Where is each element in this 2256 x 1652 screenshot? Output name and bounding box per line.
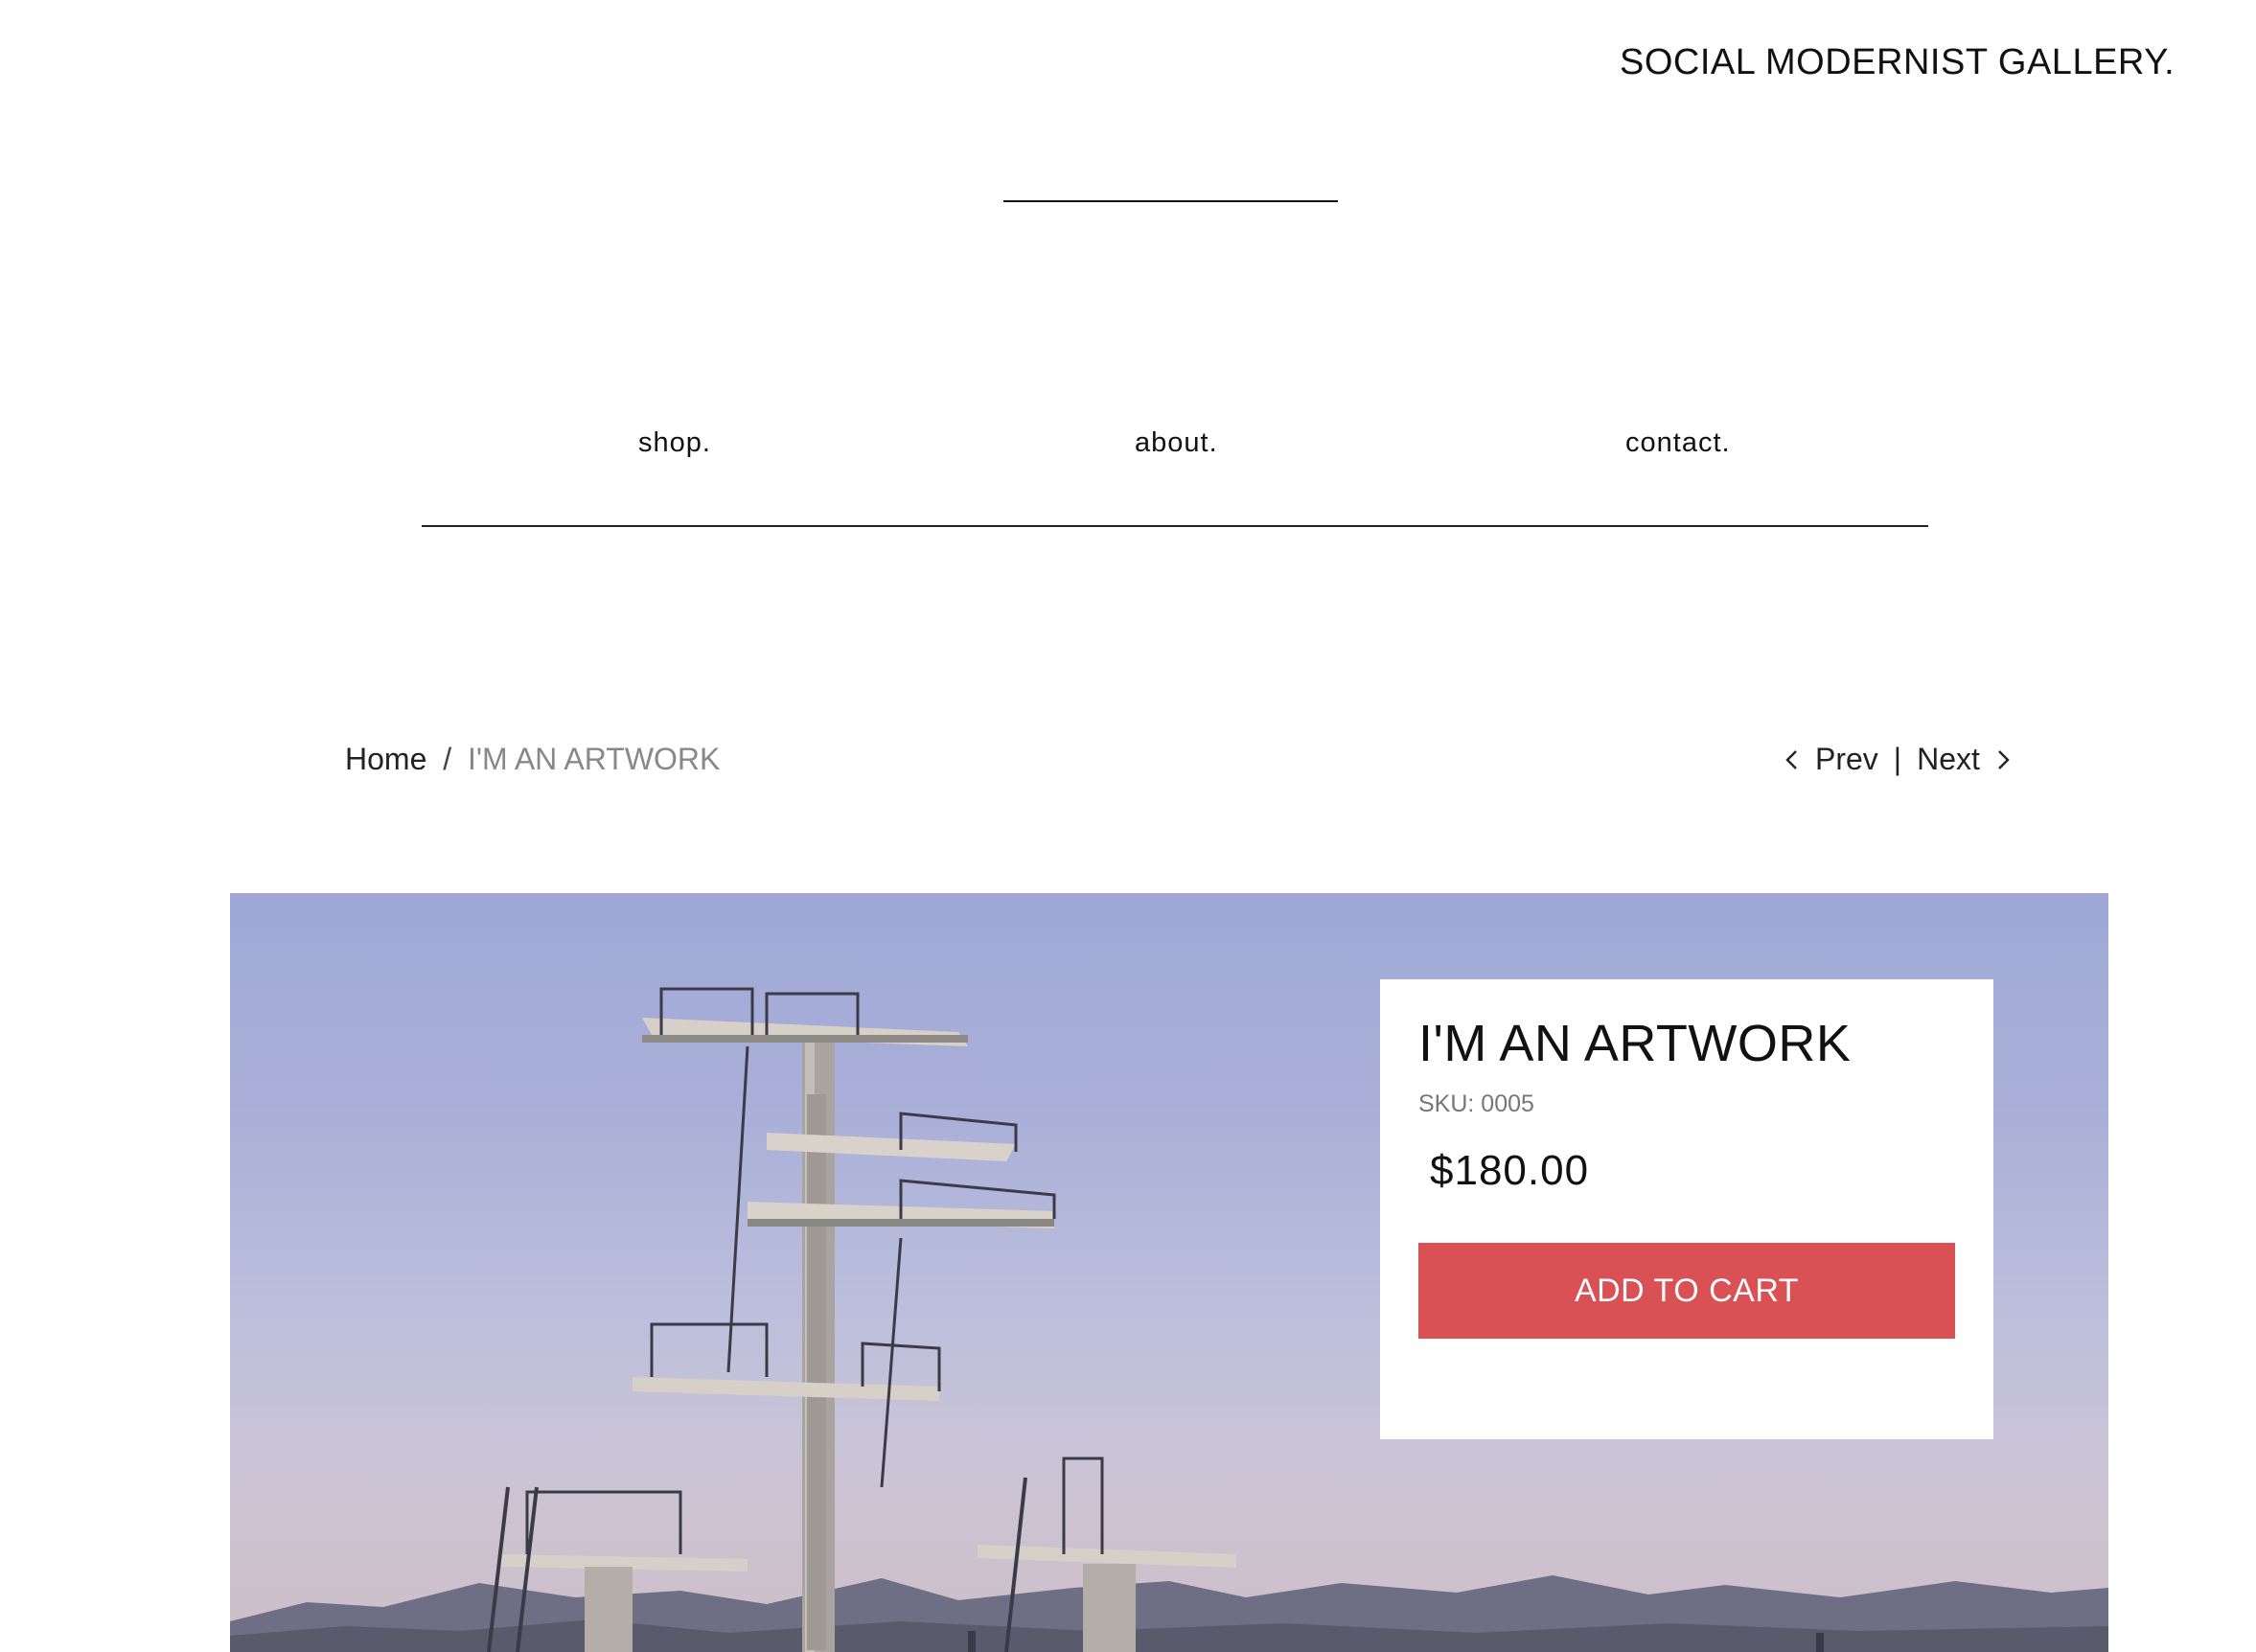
breadcrumb-home-link[interactable]: Home xyxy=(345,742,426,776)
add-to-cart-button[interactable]: ADD TO CART xyxy=(1418,1243,1955,1339)
product-pager: Prev | Next xyxy=(1779,742,2016,777)
nav-item-about[interactable]: about. xyxy=(1135,427,1218,459)
breadcrumb-current: I'M AN ARTWORK xyxy=(468,742,721,776)
chevron-right-icon[interactable] xyxy=(1990,746,2016,773)
page: SOCIAL MODERNIST GALLERY. shop. about. c… xyxy=(0,0,2256,1652)
chevron-left-icon[interactable] xyxy=(1779,746,1806,773)
brand-logo[interactable]: SOCIAL MODERNIST GALLERY. xyxy=(1620,42,2175,83)
breadcrumb: Home / I'M AN ARTWORK xyxy=(345,742,720,777)
product-sku: SKU: 0005 xyxy=(1418,1090,1534,1117)
next-link[interactable]: Next xyxy=(1917,742,1980,777)
pager-divider: | xyxy=(1893,742,1902,776)
prev-link[interactable]: Prev xyxy=(1815,742,1878,777)
breadcrumb-separator: / xyxy=(443,742,452,776)
nav-item-contact[interactable]: contact. xyxy=(1625,427,1731,459)
product-card: I'M AN ARTWORK SKU: 0005 $180.00 ADD TO … xyxy=(1380,979,1993,1439)
product-title: I'M AN ARTWORK xyxy=(1418,1015,1852,1072)
nav-divider xyxy=(422,525,1928,527)
product-price: $180.00 xyxy=(1430,1147,1590,1194)
main-nav: shop. about. contact. xyxy=(422,427,1928,485)
brand-divider xyxy=(1003,200,1338,202)
nav-item-shop[interactable]: shop. xyxy=(638,427,711,459)
